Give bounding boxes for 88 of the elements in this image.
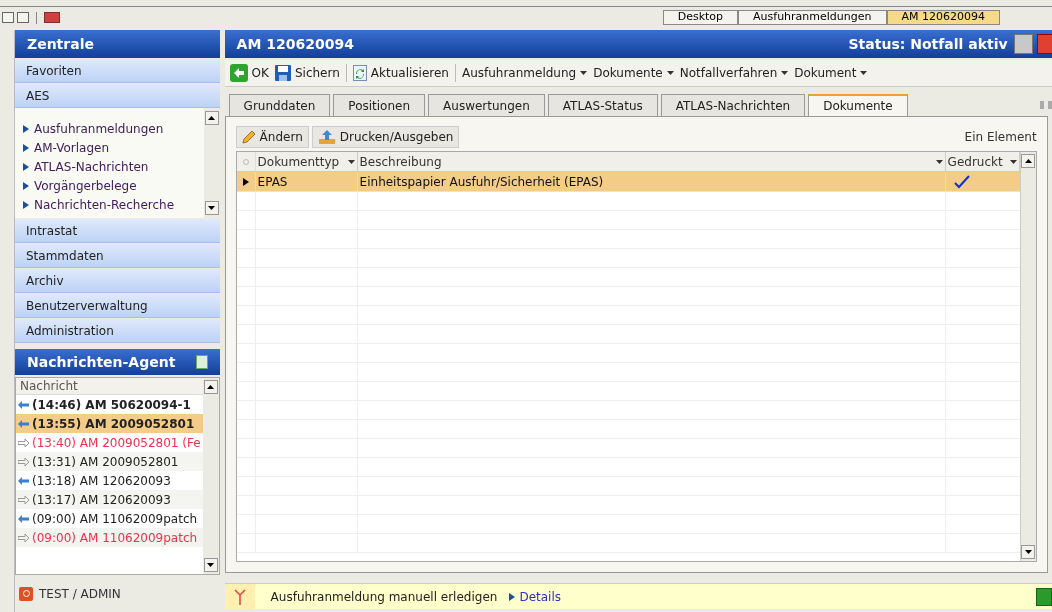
sidebar-section[interactable]: Benutzerverwaltung bbox=[15, 294, 220, 318]
scroll-button[interactable] bbox=[203, 558, 218, 572]
sidebar-link[interactable]: ATLAS-Nachrichten bbox=[34, 158, 149, 176]
sidebar-section[interactable]: Favoriten bbox=[15, 59, 220, 83]
arrow-left-icon bbox=[18, 400, 29, 409]
toolbar-button[interactable]: Notfallverfahren bbox=[679, 64, 789, 82]
bullet-icon bbox=[509, 592, 516, 601]
window-tab[interactable]: Desktop bbox=[662, 10, 739, 25]
sidebar-title: Zentrale bbox=[15, 30, 220, 58]
toolbar-button[interactable]: Dokumente bbox=[593, 64, 674, 82]
caret-icon bbox=[347, 159, 355, 164]
signpost-icon bbox=[233, 588, 246, 605]
sidebar-link[interactable]: Vorgängerbelege bbox=[34, 177, 137, 195]
scroll-button[interactable] bbox=[203, 380, 218, 394]
tab[interactable]: Dokumente bbox=[808, 94, 908, 116]
toolbar-button[interactable]: OK bbox=[229, 64, 269, 82]
caret-icon bbox=[207, 563, 215, 567]
table-cell: EPAS bbox=[255, 172, 358, 191]
column-header[interactable]: Beschreibung bbox=[357, 152, 946, 171]
sidebar-section[interactable]: Administration bbox=[15, 319, 220, 343]
bullet-icon bbox=[23, 125, 29, 133]
toolbar-button[interactable]: Ausfuhranmeldung bbox=[461, 64, 588, 82]
sidebar-section[interactable]: Archiv bbox=[15, 269, 220, 293]
toolbar-button[interactable]: Dokument bbox=[794, 64, 868, 82]
arrow-left-icon bbox=[18, 476, 29, 485]
details-link[interactable]: Details bbox=[519, 587, 561, 606]
scroll-button[interactable] bbox=[1021, 154, 1036, 168]
caret-icon bbox=[208, 206, 216, 210]
bullet-icon bbox=[23, 201, 29, 209]
bullet-icon bbox=[23, 144, 29, 152]
caret-icon bbox=[935, 159, 943, 164]
sidebar-section[interactable]: Stammdaten bbox=[15, 244, 220, 268]
toolbar-button[interactable]: Aktualisieren bbox=[352, 64, 449, 82]
arrow-right-icon bbox=[18, 495, 29, 504]
tab[interactable]: Grunddaten bbox=[228, 94, 331, 116]
caret-icon bbox=[1024, 550, 1032, 554]
arrow-left-icon bbox=[18, 419, 29, 428]
row-pointer-icon bbox=[242, 177, 249, 186]
sidebar-link[interactable]: Nachrichten-Recherche bbox=[34, 196, 175, 214]
column-header: Nachricht bbox=[16, 378, 203, 395]
item-count: Ein Element bbox=[964, 129, 1037, 146]
caret-icon bbox=[666, 71, 674, 75]
arrow-right-icon bbox=[18, 438, 29, 447]
agent-title: Nachrichten-Agent bbox=[27, 352, 176, 372]
power-icon[interactable] bbox=[19, 586, 33, 601]
upload-tray-icon bbox=[317, 129, 336, 145]
pencil-icon bbox=[241, 130, 256, 144]
table-row[interactable]: EPAS Einheitspapier Ausfuhr/Sicherheit (EPAS) bbox=[236, 172, 1020, 192]
checkmark-icon bbox=[953, 174, 970, 189]
window-tab[interactable]: Ausfuhranmeldungen bbox=[738, 10, 887, 25]
up-caret-icon bbox=[1024, 159, 1032, 163]
action-button[interactable]: Drucken/Ausgeben bbox=[311, 126, 460, 148]
message-row[interactable]: (13:55) AM 2009052801 bbox=[16, 414, 203, 433]
table-cell: Einheitspapier Ausfuhr/Sicherheit (EPAS) bbox=[357, 172, 946, 191]
tab[interactable]: Positionen bbox=[333, 94, 426, 116]
bullet-icon bbox=[23, 182, 29, 190]
caret-icon bbox=[860, 71, 868, 75]
message-row[interactable]: (13:17) AM 120620093 bbox=[16, 490, 203, 509]
sidebar-section[interactable]: AES bbox=[15, 84, 220, 108]
caret-icon bbox=[580, 71, 588, 75]
arrow-left-icon bbox=[18, 514, 29, 523]
status-label: Status: Notfall aktiv bbox=[848, 34, 1008, 54]
tab[interactable]: ATLAS-Nachrichten bbox=[660, 94, 806, 116]
bullet-icon bbox=[23, 163, 29, 171]
sidebar-section[interactable]: Intrastat bbox=[15, 219, 220, 243]
message-row[interactable]: (09:00) AM 11062009patch bbox=[16, 528, 203, 547]
user-label: TEST / ADMIN bbox=[39, 585, 121, 603]
up-caret-icon bbox=[207, 385, 215, 389]
arrow-right-icon bbox=[18, 533, 29, 542]
tab[interactable]: ATLAS-Status bbox=[547, 94, 658, 116]
document-title: AM 120620094 bbox=[236, 34, 354, 54]
window-tab[interactable]: AM 120620094 bbox=[886, 10, 1000, 25]
sidebar-link[interactable]: Ausfuhranmeldungen bbox=[34, 120, 164, 138]
toolbar-button[interactable]: Sichern bbox=[274, 64, 340, 82]
up-caret-icon bbox=[208, 116, 216, 120]
arrow-right-icon bbox=[18, 457, 29, 466]
message-row[interactable]: (13:31) AM 2009052801 bbox=[16, 452, 203, 471]
status-message: Ausfuhranmeldung manuell erledigen bbox=[270, 588, 498, 606]
scroll-button[interactable] bbox=[204, 201, 219, 215]
tab[interactable]: Auswertungen bbox=[428, 94, 545, 116]
caret-icon bbox=[1009, 159, 1017, 164]
action-button[interactable]: Ändern bbox=[235, 126, 309, 148]
scroll-button[interactable] bbox=[204, 111, 219, 125]
scroll-button[interactable] bbox=[1021, 545, 1036, 559]
column-header[interactable]: Dokumenttyp bbox=[255, 152, 358, 171]
column-header[interactable]: Gedruckt bbox=[945, 152, 1020, 171]
caret-icon bbox=[781, 71, 789, 75]
sidebar-link[interactable]: AM-Vorlagen bbox=[34, 139, 110, 157]
